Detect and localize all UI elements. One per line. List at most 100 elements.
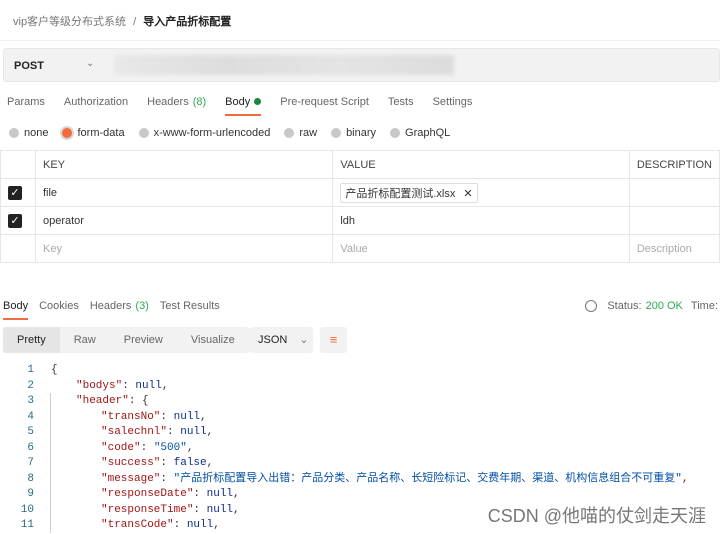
close-icon[interactable]: ✕ — [463, 188, 472, 200]
radio-label: form-data — [77, 127, 125, 139]
tab-label: Headers — [147, 96, 189, 108]
radio-form-data[interactable]: form-data — [62, 127, 125, 139]
code-token: , — [186, 441, 194, 454]
view-raw[interactable]: Raw — [60, 327, 110, 353]
code-token: : { — [128, 395, 149, 407]
code-content: "message": "产品折标配置导入出错：产品分类、产品名称、长短险标记、交… — [51, 472, 688, 488]
view-preview[interactable]: Preview — [110, 327, 177, 353]
code-token: : — [160, 457, 174, 469]
globe-icon[interactable] — [585, 300, 598, 312]
value-input[interactable]: Value — [332, 234, 630, 263]
code-line: 8 "message": "产品折标配置导入出错：产品分类、产品名称、长短险标记、… — [0, 472, 688, 488]
radio-graphql[interactable]: GraphQL — [390, 127, 450, 139]
response-tab-cookies[interactable]: Cookies — [39, 300, 79, 320]
code-content: "responseTime": null, — [51, 503, 240, 519]
tab-pre-request-script[interactable]: Pre-request Script — [280, 96, 369, 116]
code-token: "message" — [101, 472, 161, 485]
line-number: 10 — [20, 503, 34, 516]
tab-authorization[interactable]: Authorization — [64, 96, 128, 116]
line-number: 6 — [27, 441, 34, 454]
response-tab-headers[interactable]: Headers (3) — [90, 300, 149, 320]
view-pretty[interactable]: Pretty — [3, 327, 60, 353]
code-token: , — [233, 503, 240, 516]
tab-tests[interactable]: Tests — [388, 96, 414, 116]
tab-settings[interactable]: Settings — [433, 96, 473, 116]
code-content: { — [51, 363, 58, 379]
code-token: , — [206, 426, 214, 438]
tab-body[interactable]: Body — [225, 96, 262, 116]
code-content: "success": false, — [51, 456, 213, 472]
modified-dot-icon — [254, 98, 262, 105]
code-content: "code": "500", — [51, 441, 193, 457]
table-row: ✓ operator ldh — [0, 206, 720, 235]
code-token: "salechnl" — [101, 426, 168, 438]
radio-label: none — [24, 127, 49, 139]
code-token: : — [160, 410, 174, 423]
code-token: "responseDate" — [101, 488, 194, 500]
code-token: "responseTime" — [101, 503, 194, 516]
row-checkbox[interactable]: ✓ — [8, 213, 22, 228]
tab-label: Body — [225, 96, 251, 108]
response-tab-body[interactable]: Body — [3, 300, 29, 320]
method-select[interactable]: POST — [14, 60, 44, 72]
radio-circle-icon — [9, 128, 19, 138]
code-line: 9 "responseDate": null, — [0, 487, 688, 503]
breadcrumb-separator: / — [133, 16, 137, 28]
wrap-lines-icon[interactable]: ≡ — [320, 327, 347, 353]
code-token: , — [161, 379, 169, 392]
code-token: "产品折标配置导入出错：产品分类、产品名称、长短险标记、交费年期、渠道、机构信息… — [173, 472, 682, 485]
radio-circle-icon — [331, 128, 342, 138]
tab-headers[interactable]: Headers (8) — [147, 96, 206, 116]
code-token: : — [167, 426, 181, 438]
radio-circle-icon — [138, 128, 149, 138]
row-checkbox[interactable]: ✓ — [8, 185, 22, 200]
tab-label: Headers — [89, 300, 132, 312]
value-cell[interactable]: 产品折标配置测试.xlsx ✕ — [332, 178, 630, 207]
table-row: ✓ file 产品折标配置测试.xlsx ✕ — [0, 178, 720, 207]
radio-x-www-form-urlencoded[interactable]: x-www-form-urlencoded — [138, 127, 271, 139]
description-cell[interactable] — [628, 206, 720, 235]
code-token: : — [193, 488, 207, 500]
format-select[interactable]: JSON ⌄ — [249, 327, 313, 353]
value-cell[interactable]: ldh — [332, 206, 630, 235]
code-token: { — [51, 364, 58, 376]
key-input[interactable]: Key — [34, 234, 334, 263]
chevron-down-icon[interactable]: ⌄ — [86, 58, 94, 69]
description-cell[interactable] — [628, 178, 720, 207]
code-token: "transNo" — [101, 410, 161, 423]
line-number: 1 — [27, 364, 34, 376]
code-content: "transCode": null, — [51, 518, 220, 534]
request-tabs: Params Authorization Headers (8) Body Pre-req… — [7, 96, 491, 116]
radio-raw[interactable]: raw — [284, 127, 317, 139]
view-visualize[interactable]: Visualize — [177, 327, 249, 353]
column-description: DESCRIPTION — [628, 150, 720, 179]
tab-count: (3) — [135, 300, 149, 312]
code-token: : — [122, 379, 136, 392]
radio-label: x-www-form-urlencoded — [153, 127, 271, 139]
tab-label: Settings — [432, 96, 473, 108]
response-tab-test-results[interactable]: Test Results — [160, 300, 220, 320]
tab-params[interactable]: Params — [7, 96, 45, 116]
radio-circle-icon — [390, 128, 401, 138]
breadcrumb-parent[interactable]: vip客户等级分布式系统 — [13, 16, 126, 28]
table-row-empty: Key Value Description — [0, 234, 720, 263]
radio-binary[interactable]: binary — [331, 127, 376, 139]
code-token: null — [135, 379, 162, 392]
code-token: null — [173, 410, 201, 423]
code-line: 4 "transNo": null, — [0, 410, 688, 426]
watermark: CSDN @他喵的仗剑走天涯 — [487, 506, 706, 526]
line-number: 8 — [27, 472, 34, 485]
code-token: : — [173, 519, 187, 531]
radio-none[interactable]: none — [9, 127, 48, 139]
code-line: 1{ — [0, 363, 688, 379]
url-input[interactable] — [114, 55, 454, 75]
description-input[interactable]: Description — [628, 234, 720, 263]
code-line: 6 "code": "500", — [0, 441, 688, 457]
key-cell[interactable]: file — [34, 178, 334, 207]
key-cell[interactable]: operator — [34, 206, 334, 235]
tab-label: Authorization — [63, 96, 129, 108]
status-value: 200 OK — [645, 300, 683, 312]
code-token: null — [180, 426, 207, 438]
line-number: 2 — [27, 379, 34, 392]
code-token: "code" — [101, 441, 141, 454]
